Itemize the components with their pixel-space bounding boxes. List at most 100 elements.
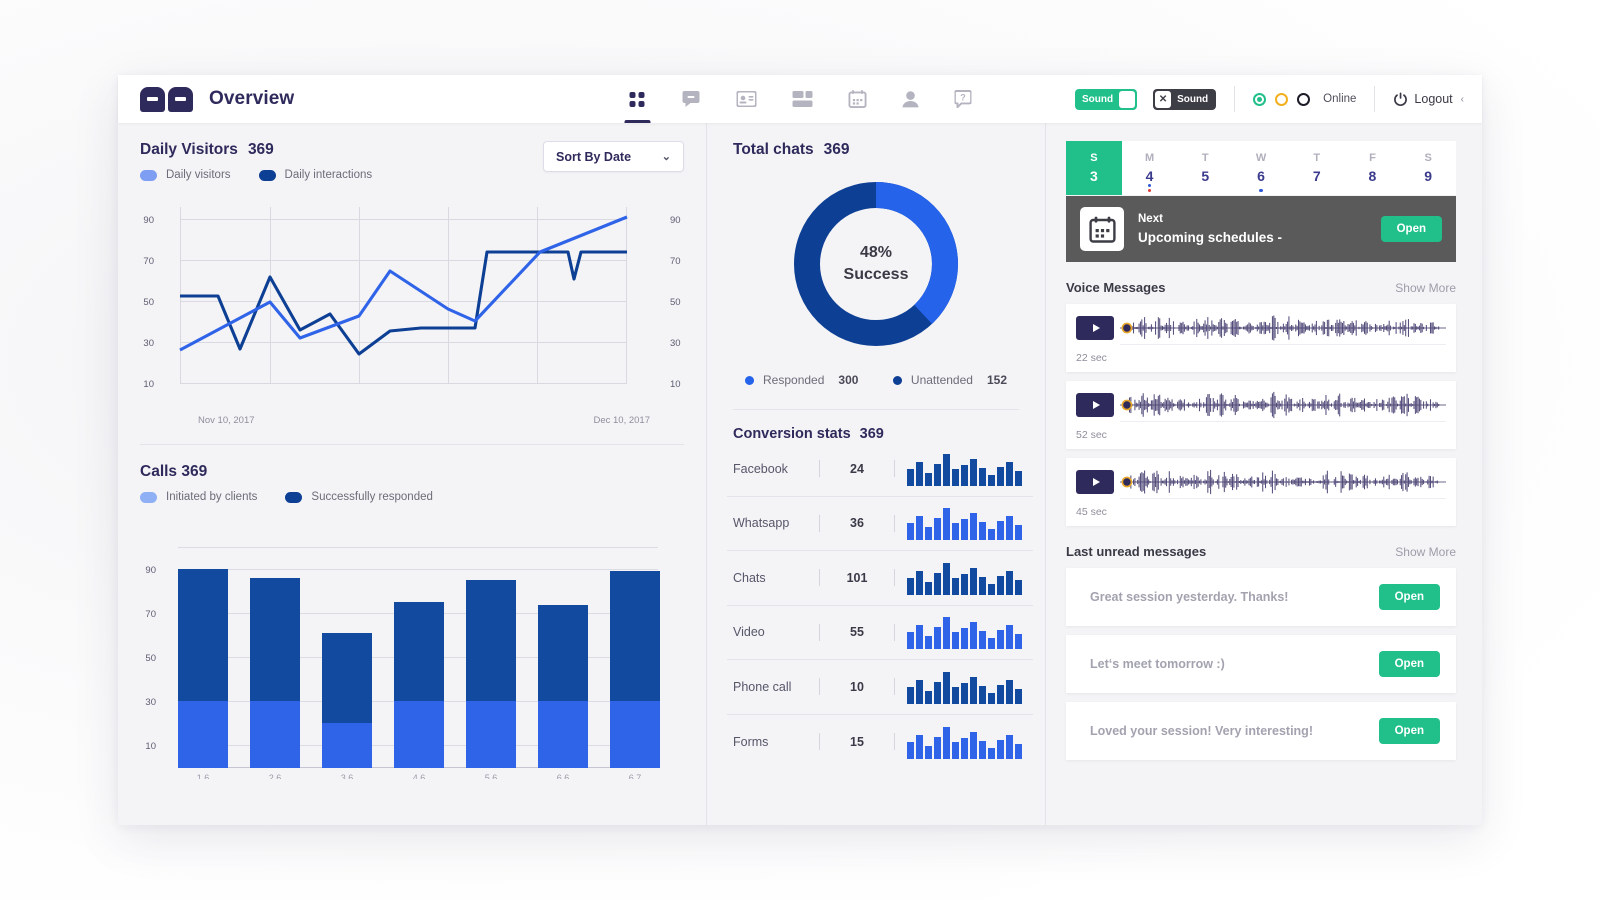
conversion-row[interactable]: Forms15: [727, 715, 1033, 770]
status-dot-online[interactable]: [1253, 93, 1266, 106]
next-label: Next: [1138, 211, 1367, 228]
divider: [894, 678, 895, 695]
calendar-icon: [849, 90, 867, 108]
next-schedule-text: Next Upcoming schedules -: [1138, 211, 1367, 248]
conversion-sparkline: [907, 670, 1022, 704]
conversion-row[interactable]: Facebook24: [727, 442, 1033, 497]
voice-messages-show-more[interactable]: Show More: [1395, 281, 1456, 295]
spark-bar: [961, 683, 968, 704]
calendar-day-5[interactable]: T5: [1177, 141, 1233, 195]
open-message-button[interactable]: Open: [1379, 718, 1440, 744]
conversion-stats-list: Facebook24Whatsapp36Chats101Video55Phone…: [707, 442, 1045, 769]
calendar-weekday: T: [1313, 150, 1320, 167]
sound-toggle-off[interactable]: ✕ Sound: [1153, 89, 1216, 110]
event-dot: [1148, 189, 1152, 193]
next-schedule-card: Next Upcoming schedules - Open: [1066, 196, 1456, 262]
sort-by-date-dropdown[interactable]: Sort By Date ⌄: [543, 141, 684, 172]
play-icon[interactable]: [1076, 316, 1114, 340]
x-label-end: Dec 10, 2017: [593, 415, 650, 426]
waveform-icon[interactable]: [1120, 312, 1446, 344]
nav-item-messages[interactable]: [682, 75, 701, 123]
calendar-weekday: W: [1256, 150, 1266, 167]
next-title: Upcoming schedules -: [1138, 228, 1367, 248]
svg-text:90: 90: [145, 565, 156, 576]
playhead-marker[interactable]: [1122, 323, 1131, 332]
play-icon[interactable]: [1076, 393, 1114, 417]
unread-message-card[interactable]: Loved your session! Very interesting!Ope…: [1066, 702, 1456, 760]
column-right: S3M4T5W6T7F8S9 Next: [1046, 123, 1482, 825]
nav-item-profile[interactable]: [903, 75, 919, 123]
spark-bar: [979, 577, 986, 595]
status-dot-away[interactable]: [1275, 93, 1288, 106]
spark-bar: [934, 573, 941, 595]
donut-percent: 48%: [860, 242, 892, 264]
app-header: Overview: [118, 75, 1482, 123]
voice-message-footer: 45 sec: [1120, 498, 1446, 522]
calendar-day-9[interactable]: S9: [1400, 141, 1456, 195]
status-dot-offline[interactable]: [1297, 93, 1310, 106]
nav-item-dashboard[interactable]: [629, 75, 646, 123]
person-icon: [903, 91, 919, 108]
play-icon[interactable]: [1076, 470, 1114, 494]
voice-message-card[interactable]: 45 sec: [1066, 458, 1456, 526]
conversion-row[interactable]: Chats101: [727, 551, 1033, 606]
spark-bar: [997, 740, 1004, 759]
svg-text:50: 50: [143, 297, 154, 308]
line-chart-x-labels: Nov 10, 2017 Dec 10, 2017: [140, 415, 684, 426]
calendar-day-3[interactable]: S3: [1066, 141, 1122, 195]
spark-bar: [970, 568, 977, 595]
spark-bar: [916, 462, 923, 486]
open-message-button[interactable]: Open: [1379, 584, 1440, 610]
conversion-value: 10: [820, 680, 894, 694]
calendar-day-markers: [1259, 189, 1263, 193]
sound-on-label: Sound: [1082, 94, 1113, 105]
spark-bar: [979, 686, 986, 704]
unread-message-card[interactable]: Great session yesterday. Thanks!Open: [1066, 568, 1456, 626]
spark-bar: [916, 516, 923, 540]
chevron-left-icon: ‹: [1461, 94, 1464, 105]
spark-bar: [970, 677, 977, 704]
logout-button[interactable]: Logout ‹: [1393, 92, 1464, 107]
sound-toggle-on[interactable]: Sound: [1075, 89, 1137, 110]
spark-bar: [916, 680, 923, 704]
conversion-row[interactable]: Whatsapp36: [727, 497, 1033, 552]
voice-message-card[interactable]: 52 sec: [1066, 381, 1456, 449]
conversion-row[interactable]: Phone call10: [727, 660, 1033, 715]
nav-item-help[interactable]: ?: [955, 75, 972, 123]
spark-bar: [979, 468, 986, 486]
spark-bar: [1015, 525, 1022, 540]
unread-message-card[interactable]: Let‘s meet tomorrow :)Open: [1066, 635, 1456, 693]
daily-visitors-chart: 90 70 50 30 10 90 70 50 30 10: [140, 195, 684, 426]
legend-item: Successfully responded: [285, 491, 432, 503]
calendar-day-8[interactable]: F8: [1345, 141, 1401, 195]
open-schedule-button[interactable]: Open: [1381, 216, 1442, 242]
legend-swatch: [140, 492, 157, 503]
voice-message-card[interactable]: 22 sec: [1066, 304, 1456, 372]
spark-bar: [997, 467, 1004, 486]
nav-item-calendar[interactable]: [849, 75, 867, 123]
waveform-icon[interactable]: [1120, 466, 1446, 498]
spark-bar: [988, 529, 995, 540]
calendar-day-4[interactable]: M4: [1122, 141, 1178, 195]
nav-item-contact-card[interactable]: [737, 75, 757, 123]
waveform-icon[interactable]: [1120, 389, 1446, 421]
playhead-marker[interactable]: [1122, 400, 1131, 409]
nav-item-list-view[interactable]: [793, 75, 813, 123]
logout-label: Logout: [1414, 92, 1452, 106]
calendar-day-7[interactable]: T7: [1289, 141, 1345, 195]
daily-visitors-total: 369: [248, 141, 274, 158]
spark-bar: [943, 617, 950, 649]
spark-bar: [916, 735, 923, 759]
conversion-value: 55: [820, 625, 894, 639]
playhead-marker[interactable]: [1122, 477, 1131, 486]
spark-bar: [934, 518, 941, 540]
conversion-row[interactable]: Video55: [727, 606, 1033, 661]
open-message-button[interactable]: Open: [1379, 651, 1440, 677]
unread-messages-show-more[interactable]: Show More: [1395, 545, 1456, 559]
calls-bar-chart-svg: 90 70 50 30 10: [140, 529, 684, 779]
voice-message-row: [1076, 466, 1446, 498]
spark-bar: [1006, 680, 1013, 704]
status-selector: Online: [1253, 93, 1356, 106]
calendar-day-6[interactable]: W6: [1233, 141, 1289, 195]
calls-legend: Initiated by clients Successfully respon…: [140, 491, 684, 503]
